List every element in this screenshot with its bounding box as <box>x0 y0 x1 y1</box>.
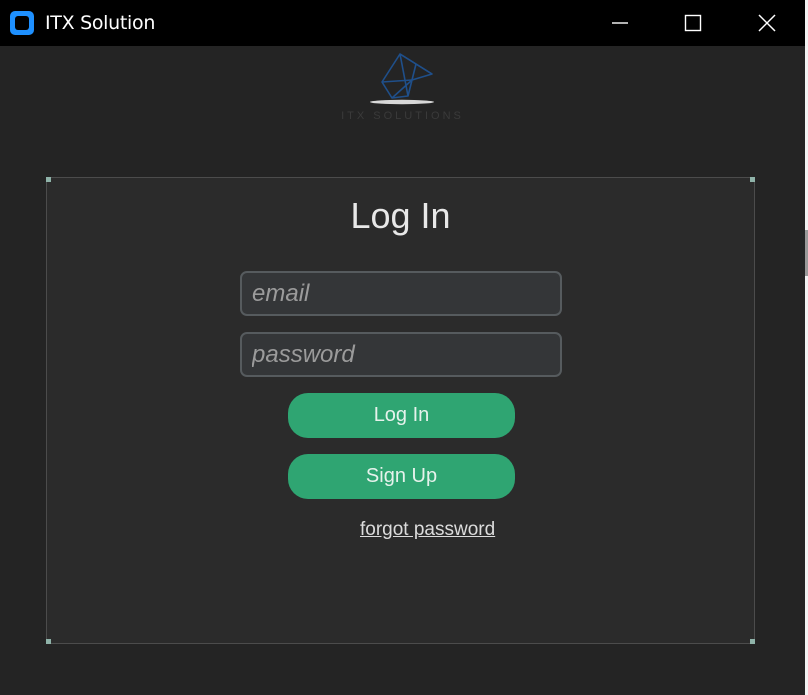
email-field[interactable] <box>240 271 562 316</box>
title-bar[interactable]: ITX Solution <box>0 0 805 46</box>
app-icon <box>10 11 34 35</box>
login-heading: Log In <box>350 195 451 236</box>
maximize-button[interactable] <box>663 0 723 46</box>
panel-corner <box>750 639 755 644</box>
minimize-button[interactable] <box>590 0 650 46</box>
forgot-password-link[interactable]: forgot password <box>360 519 495 541</box>
close-button[interactable] <box>737 0 797 46</box>
login-panel: Log In Log In Sign Up forgot password <box>46 177 755 644</box>
login-button[interactable]: Log In <box>288 393 515 438</box>
panel-corner <box>46 177 51 182</box>
panel-corner <box>750 177 755 182</box>
signup-button[interactable]: Sign Up <box>288 454 515 499</box>
panel-corner <box>46 639 51 644</box>
password-field[interactable] <box>240 332 562 377</box>
maximize-icon <box>684 14 702 32</box>
company-logo: ITX SOLUTIONS <box>320 50 485 125</box>
window-title: ITX Solution <box>45 12 156 34</box>
itx-logo-icon <box>370 53 434 105</box>
logo-caption: ITX SOLUTIONS <box>341 110 464 122</box>
app-window: ITX Solution ITX SOLUTIONS Log In email … <box>0 0 805 695</box>
close-icon <box>758 14 776 32</box>
minimize-icon <box>612 22 628 24</box>
